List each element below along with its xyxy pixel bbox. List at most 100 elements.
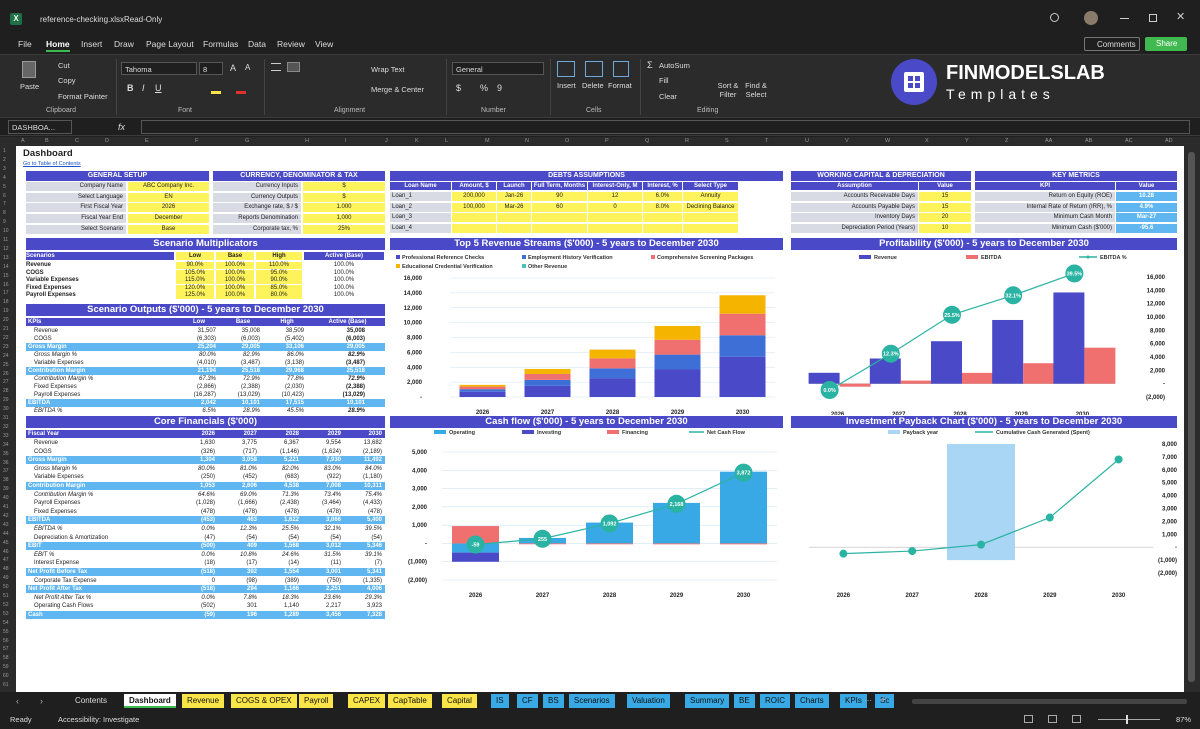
row-header[interactable]: 36 <box>3 460 9 466</box>
italic-icon[interactable]: I <box>142 83 145 93</box>
row-header[interactable]: 47 <box>3 557 9 563</box>
tab-valuation[interactable]: Valuation <box>627 694 670 708</box>
toc-link[interactable]: Go to Table of Contents <box>23 160 81 168</box>
currency-value[interactable]: 25% <box>303 224 385 234</box>
cut-button[interactable]: Cut <box>58 61 70 70</box>
column-header[interactable]: H <box>305 138 309 144</box>
debt-value[interactable]: 6.0% <box>643 192 682 201</box>
menu-insert[interactable]: Insert <box>81 39 102 49</box>
column-header[interactable]: Q <box>645 138 649 144</box>
debt-value[interactable] <box>497 224 531 234</box>
debt-value[interactable] <box>452 224 496 234</box>
row-header[interactable]: 23 <box>3 344 9 350</box>
status-accessibility[interactable]: Accessibility: Investigate <box>58 715 139 724</box>
shrink-font-icon[interactable]: A <box>245 63 250 72</box>
column-header[interactable]: Y <box>965 138 969 144</box>
row-header[interactable]: 51 <box>3 593 9 599</box>
fill-color-icon[interactable] <box>211 91 221 94</box>
row-header[interactable]: 21 <box>3 326 9 332</box>
row-header[interactable]: 56 <box>3 638 9 644</box>
insert-cells-icon[interactable] <box>557 61 575 77</box>
column-header[interactable]: P <box>605 138 609 144</box>
row-header[interactable]: 48 <box>3 566 9 572</box>
debt-value[interactable]: 200,000 <box>452 192 496 201</box>
row-header[interactable]: 5 <box>3 184 6 190</box>
row-header[interactable]: 4 <box>3 175 6 181</box>
row-header[interactable]: 26 <box>3 371 9 377</box>
close-icon[interactable]: ✕ <box>1176 10 1185 23</box>
underline-icon[interactable]: U <box>155 83 162 93</box>
column-header[interactable]: N <box>525 138 529 144</box>
multiplier-cell[interactable]: 100.0% <box>216 284 254 292</box>
row-header[interactable]: 8 <box>3 210 6 216</box>
row-header[interactable]: 60 <box>3 673 9 679</box>
general-setup-value[interactable]: 2026 <box>128 203 209 213</box>
debt-value[interactable]: 0 <box>588 202 642 212</box>
row-header[interactable]: 14 <box>3 264 9 270</box>
column-header[interactable]: AC <box>1125 138 1133 144</box>
avatar[interactable] <box>1084 11 1098 25</box>
row-header[interactable]: 16 <box>3 282 9 288</box>
comma-icon[interactable]: 9 <box>497 83 502 93</box>
tab-capex[interactable]: CAPEX <box>348 694 386 708</box>
row-header[interactable]: 28 <box>3 388 9 394</box>
debt-value[interactable] <box>532 213 587 223</box>
column-header[interactable]: T <box>765 138 768 144</box>
column-header[interactable]: J <box>385 138 388 144</box>
tab-kpis[interactable]: KPIs <box>840 694 867 708</box>
row-header[interactable]: 24 <box>3 353 9 359</box>
debt-value[interactable]: Declining Balance <box>683 202 738 212</box>
row-header[interactable]: 42 <box>3 513 9 519</box>
row-header[interactable]: 34 <box>3 442 9 448</box>
wc-value[interactable]: 15 <box>919 202 971 212</box>
row-header[interactable]: 1 <box>3 148 6 154</box>
row-header[interactable]: 55 <box>3 629 9 635</box>
row-header[interactable]: 38 <box>3 477 9 483</box>
column-header[interactable]: U <box>805 138 809 144</box>
column-header[interactable]: M <box>485 138 490 144</box>
row-header[interactable]: 57 <box>3 646 9 652</box>
column-header[interactable]: W <box>885 138 890 144</box>
multiplier-cell[interactable]: 95.0% <box>256 269 302 277</box>
font-color-icon[interactable] <box>236 91 246 94</box>
format-cells-button[interactable]: Format <box>608 81 632 90</box>
row-header[interactable]: 7 <box>3 201 6 207</box>
vertical-scrollbar[interactable] <box>1184 146 1200 692</box>
debt-value[interactable] <box>683 213 738 223</box>
name-box[interactable]: DASHBOA... <box>8 120 72 134</box>
row-header[interactable]: 35 <box>3 451 9 457</box>
row-header[interactable]: 46 <box>3 549 9 555</box>
row-header[interactable]: 15 <box>3 273 9 279</box>
fill-button[interactable]: Fill <box>659 76 669 85</box>
tab-captable[interactable]: CapTable <box>388 694 432 708</box>
dashboard-sheet[interactable]: Dashboard Go to Table of Contents GENERA… <box>16 146 1184 692</box>
row-header[interactable]: 61 <box>3 682 9 688</box>
tab-summary[interactable]: Summary <box>685 694 730 708</box>
menu-home[interactable]: Home <box>46 39 70 52</box>
row-header[interactable]: 45 <box>3 540 9 546</box>
tab-payroll[interactable]: Payroll <box>299 694 334 708</box>
row-header[interactable]: 29 <box>3 397 9 403</box>
paste-button[interactable]: Paste <box>20 82 39 91</box>
share-button[interactable]: Share <box>1145 37 1187 51</box>
row-header[interactable]: 12 <box>3 246 9 252</box>
row-header[interactable]: 25 <box>3 362 9 368</box>
column-header[interactable]: R <box>685 138 689 144</box>
debt-value[interactable] <box>452 213 496 223</box>
currency-value[interactable]: 1,000 <box>303 214 385 224</box>
grow-font-icon[interactable]: A <box>230 63 236 73</box>
row-header[interactable]: 6 <box>3 193 6 199</box>
row-header[interactable]: 9 <box>3 219 6 225</box>
autosum-button[interactable]: AutoSum <box>659 61 690 70</box>
multiplier-cell[interactable]: 80.0% <box>256 292 302 299</box>
row-header[interactable]: 44 <box>3 531 9 537</box>
debt-value[interactable]: 60 <box>532 202 587 212</box>
wc-value[interactable]: 15 <box>919 192 971 201</box>
column-header[interactable]: AD <box>1165 138 1173 144</box>
debt-value[interactable]: 100,000 <box>452 202 496 212</box>
debt-value[interactable]: 8.0% <box>643 202 682 212</box>
merge-center-button[interactable]: Merge & Center <box>371 85 424 94</box>
row-header[interactable]: 53 <box>3 611 9 617</box>
tab-charts[interactable]: Charts <box>795 694 829 708</box>
column-header[interactable]: C <box>75 138 79 144</box>
